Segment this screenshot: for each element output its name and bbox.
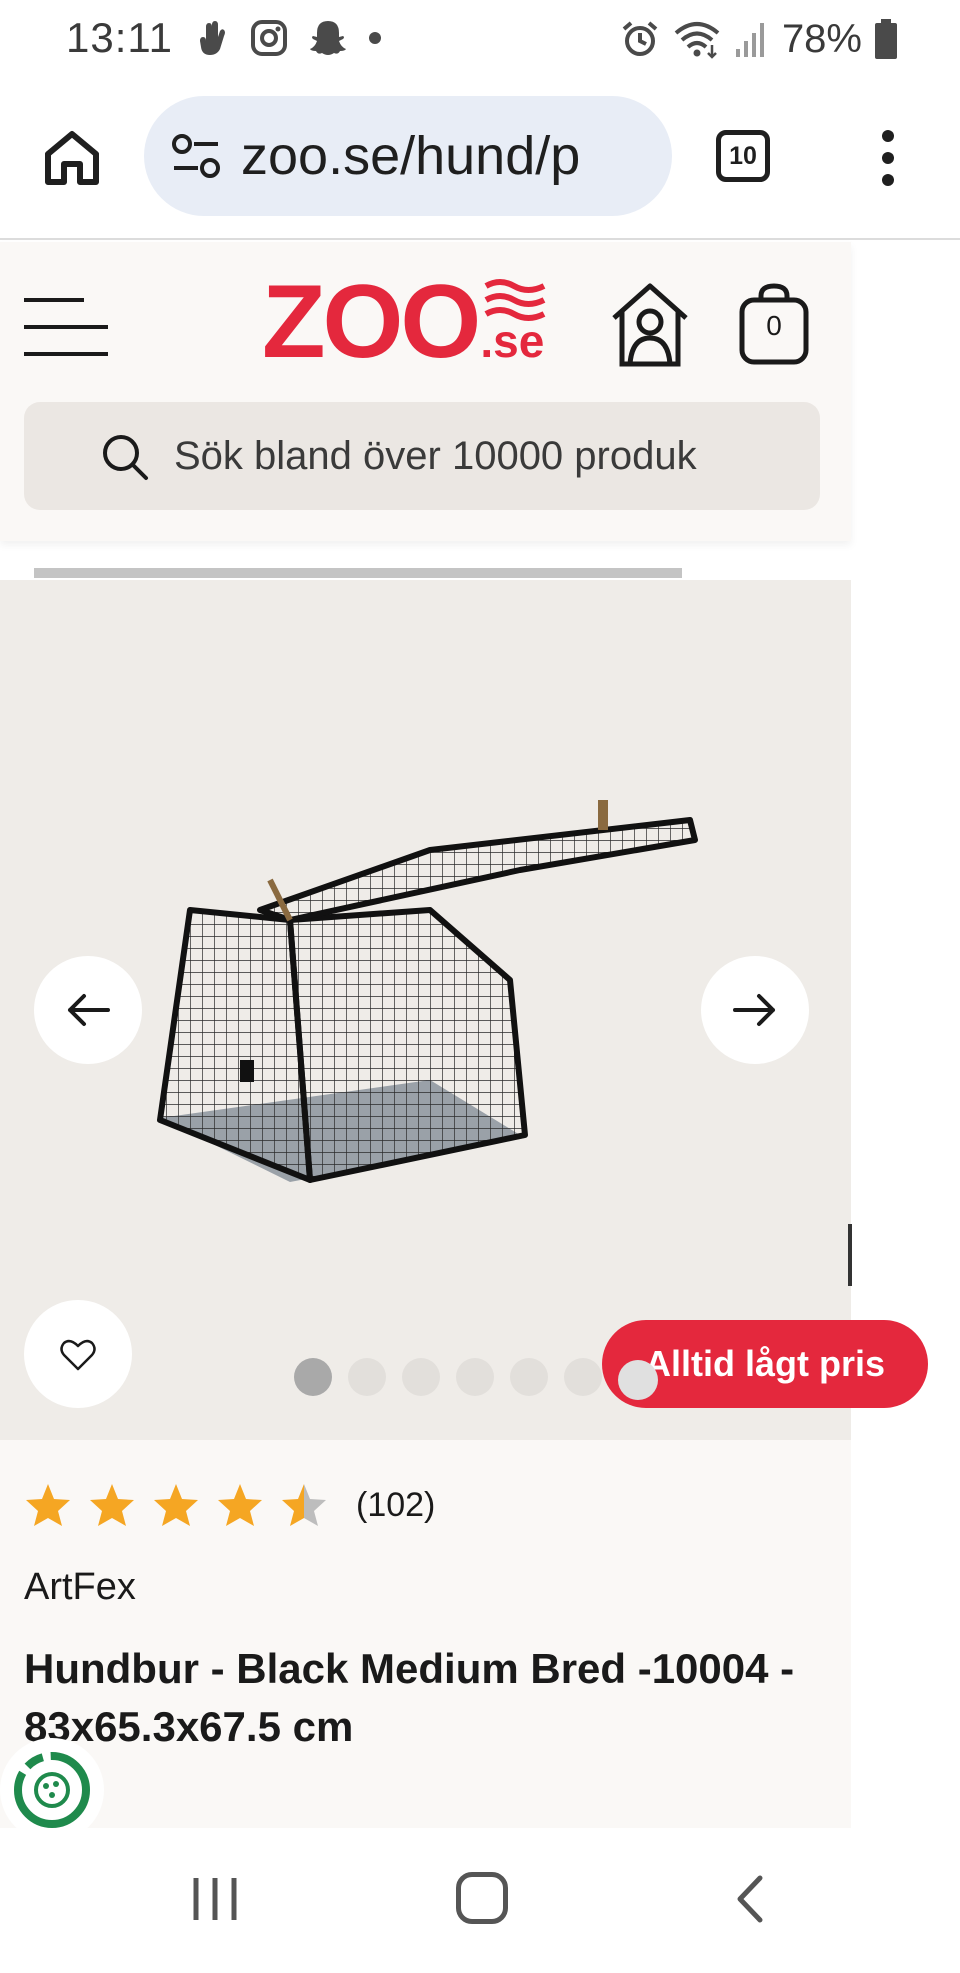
- star-half-icon: [282, 1484, 326, 1526]
- snapchat-icon: [310, 21, 346, 55]
- site-settings-icon[interactable]: [170, 132, 222, 180]
- battery-icon: [875, 19, 897, 59]
- gallery-dot[interactable]: [402, 1358, 440, 1396]
- next-image-button[interactable]: [701, 956, 809, 1064]
- dot-icon: [369, 32, 381, 44]
- battery-percent: 78%: [781, 16, 862, 61]
- recycle-icon: [14, 1752, 90, 1828]
- gallery-pagination: [294, 1358, 602, 1396]
- alarm-icon: [622, 21, 658, 56]
- address-bar[interactable]: zoo.se/hund/p: [144, 96, 672, 216]
- tab-switcher-button[interactable]: 10: [716, 130, 770, 182]
- browser-toolbar: zoo.se/hund/p 10: [0, 76, 960, 240]
- product-rating[interactable]: (102): [24, 1482, 435, 1528]
- status-bar: 13:11 78%: [0, 0, 960, 76]
- gallery-dot[interactable]: [618, 1360, 658, 1400]
- status-system-icons: 78%: [620, 14, 898, 64]
- hamburger-menu-icon[interactable]: [24, 296, 112, 358]
- eco-badge[interactable]: [0, 1738, 104, 1842]
- review-count[interactable]: (102): [356, 1486, 435, 1525]
- status-notification-icons: [196, 16, 382, 60]
- wishlist-button[interactable]: [24, 1300, 132, 1408]
- logo-wordmark: ZOO: [262, 264, 481, 380]
- android-navigation-bar: [0, 1828, 960, 1973]
- gallery-dot[interactable]: [564, 1358, 602, 1396]
- signal-icon: [735, 23, 764, 57]
- cart-button[interactable]: 0: [737, 282, 811, 366]
- product-title: Hundbur - Black Medium Bred -10004 - 83x…: [24, 1645, 795, 1750]
- search-icon: [103, 435, 148, 480]
- instagram-icon: [251, 20, 287, 56]
- browser-home-icon[interactable]: [40, 126, 104, 190]
- url-text: zoo.se/hund/p: [241, 126, 581, 186]
- gallery-dot[interactable]: [348, 1358, 386, 1396]
- star-full-icon: [154, 1484, 198, 1526]
- search-bar[interactable]: [24, 402, 820, 510]
- account-doghouse-icon[interactable]: [608, 280, 692, 368]
- zoo-logo[interactable]: ZOO .se: [262, 264, 546, 380]
- logo-waves-icon: [484, 279, 546, 321]
- star-full-icon: [218, 1484, 262, 1526]
- more-options-icon[interactable]: [876, 128, 900, 188]
- recent-apps-icon[interactable]: [190, 1876, 240, 1922]
- site-header: ZOO .se 0: [0, 242, 851, 541]
- product-gallery[interactable]: [0, 580, 851, 1440]
- product-brand[interactable]: ArtFex: [24, 1566, 136, 1609]
- gallery-dot[interactable]: [510, 1358, 548, 1396]
- heart-icon: [60, 1339, 96, 1371]
- home-button[interactable]: [456, 1872, 508, 1924]
- previous-image-button[interactable]: [34, 956, 142, 1064]
- cart-count: 0: [766, 310, 782, 341]
- logo-suffix: .se: [480, 315, 545, 367]
- scroll-progress-bar: [34, 568, 682, 578]
- back-icon[interactable]: [730, 1874, 770, 1924]
- product-image-dog-cage: [157, 800, 698, 1183]
- gallery-dot[interactable]: [456, 1358, 494, 1396]
- hand-icon: [200, 21, 225, 55]
- star-full-icon: [90, 1484, 134, 1526]
- product-info: (102) ArtFex Hundbur - Black Medium Bred…: [0, 1440, 851, 1828]
- star-full-icon: [26, 1484, 70, 1526]
- arrow-right-icon: [733, 994, 775, 1026]
- wifi-icon: [674, 22, 720, 59]
- gallery-edge-divider: [848, 1224, 852, 1286]
- status-time: 13:11: [66, 14, 173, 61]
- gallery-dot[interactable]: [294, 1358, 332, 1396]
- search-input[interactable]: [174, 402, 804, 510]
- arrow-left-icon: [68, 994, 110, 1026]
